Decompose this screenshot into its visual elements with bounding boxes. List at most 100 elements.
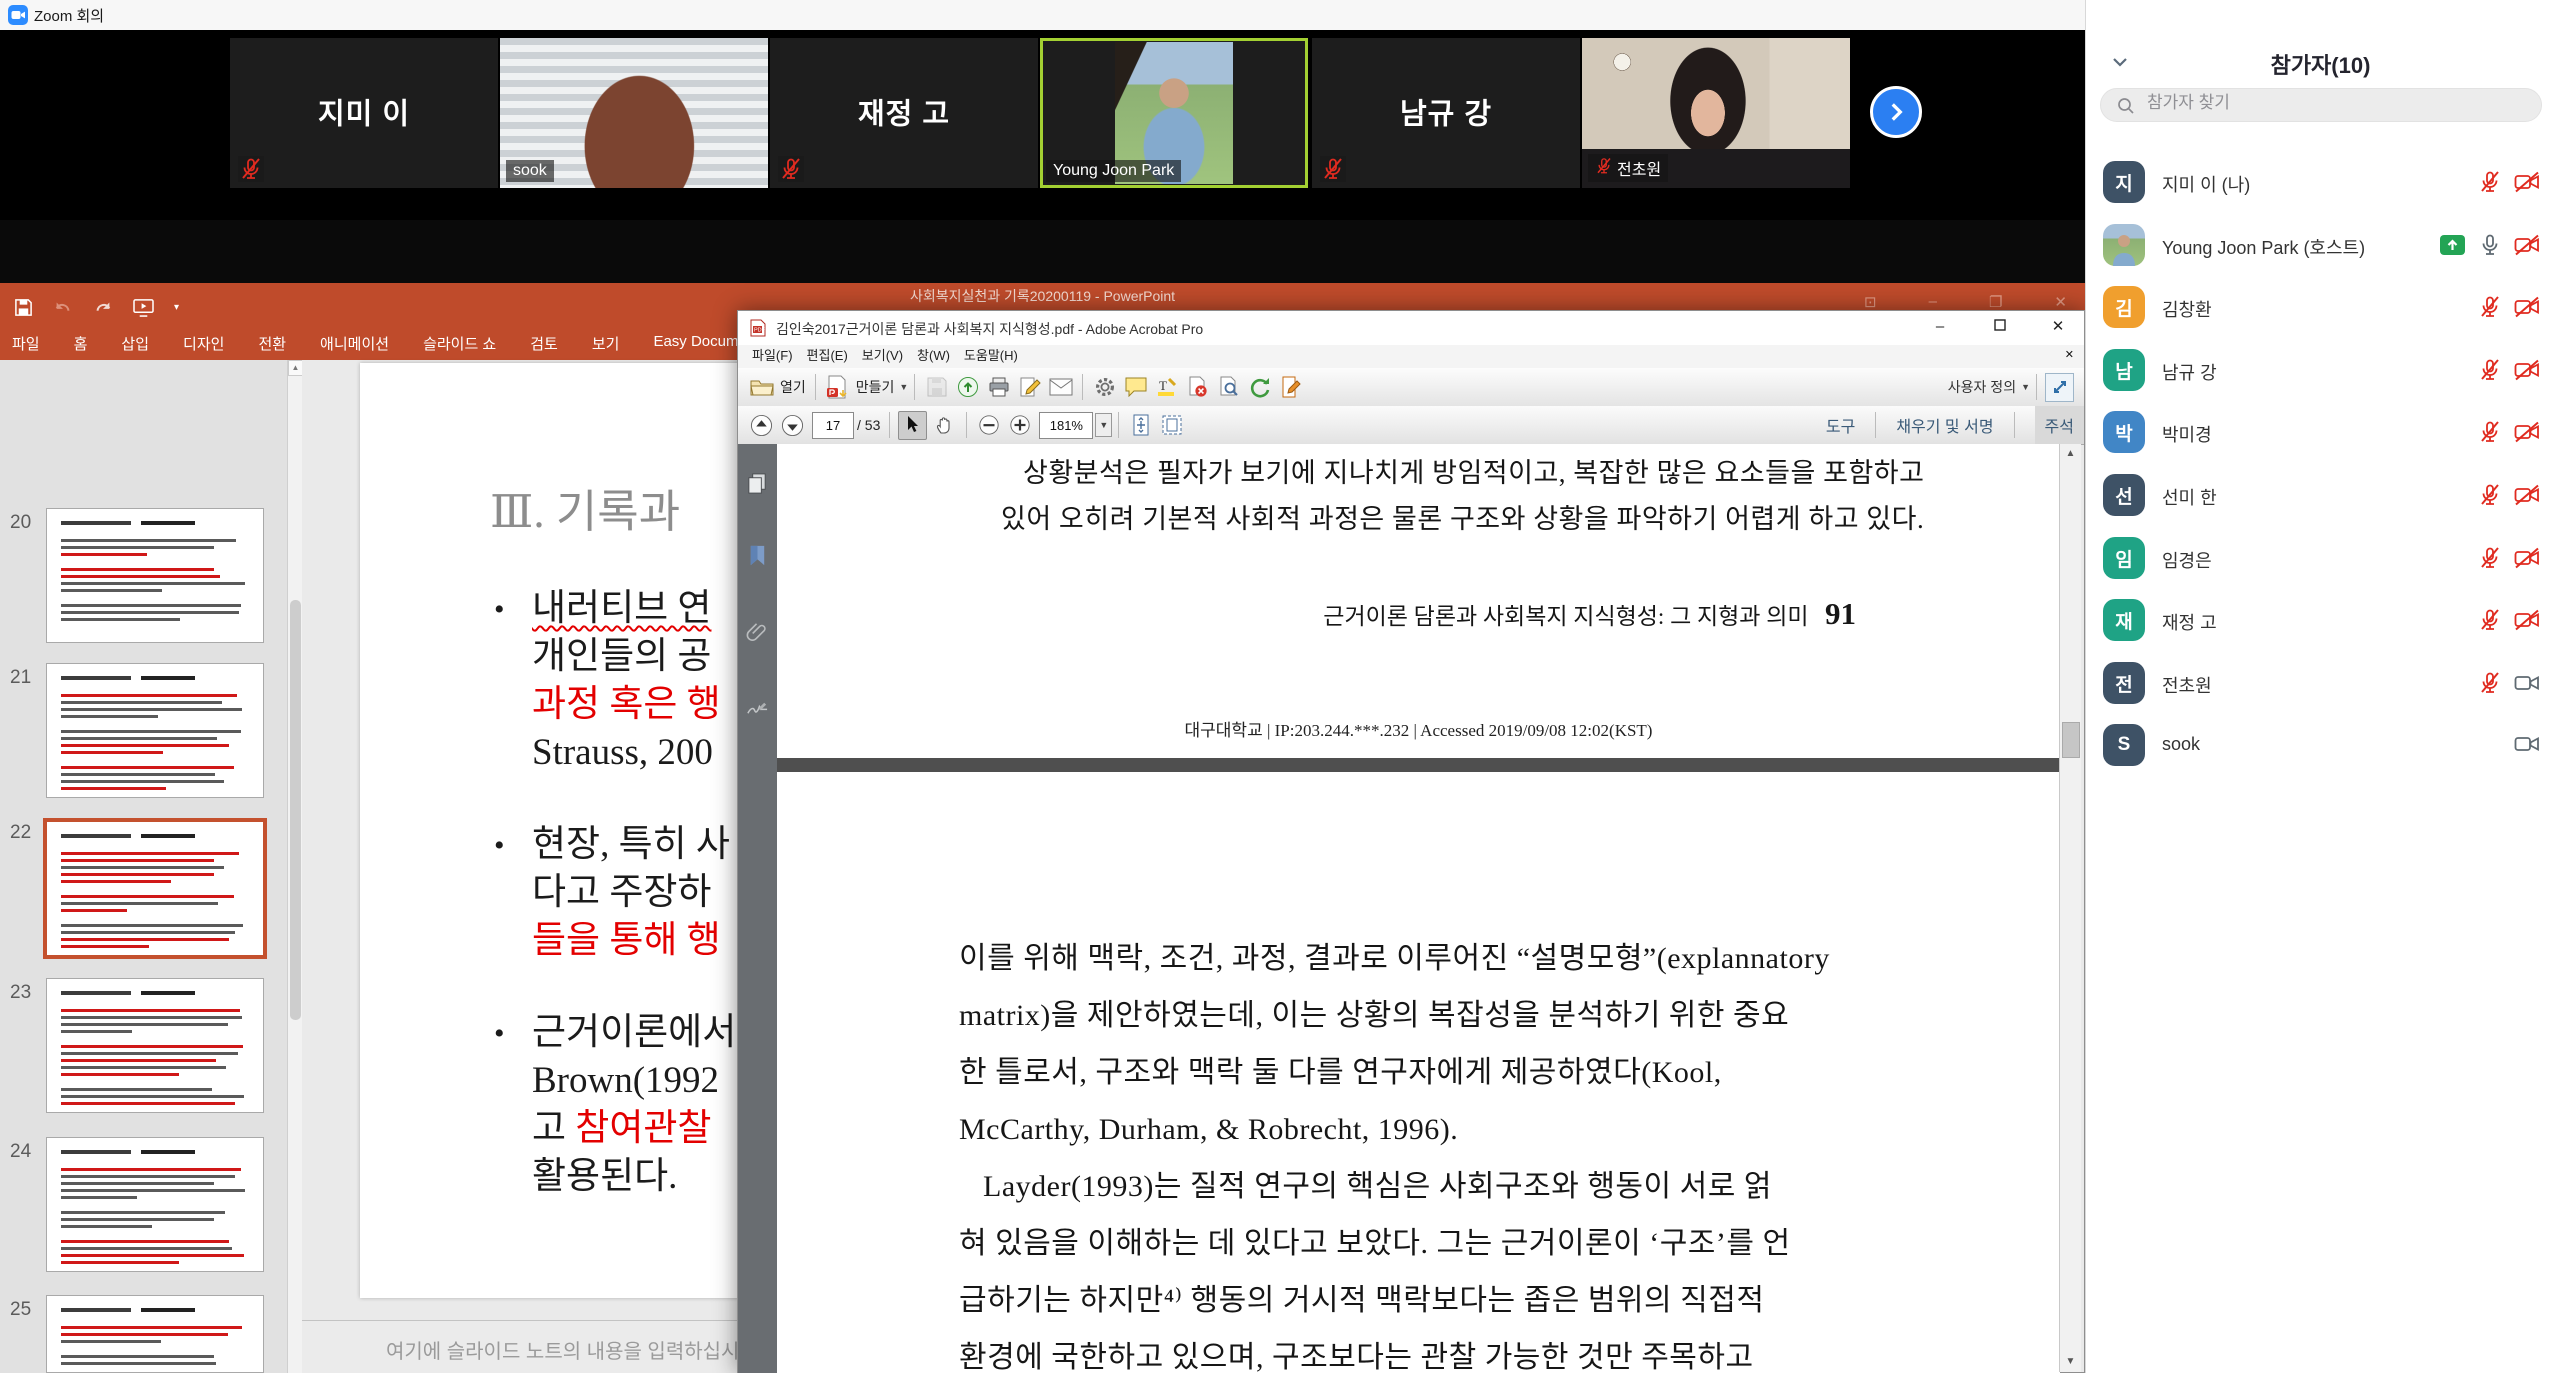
- slide-thumbnail-23[interactable]: [46, 978, 264, 1113]
- participant-row[interactable]: 임임경은: [2086, 537, 2555, 593]
- ribbon-tab-보기[interactable]: 보기: [592, 333, 620, 354]
- tools-button[interactable]: 도구: [1826, 413, 1855, 437]
- slide-thumbnail-24[interactable]: [46, 1137, 264, 1272]
- signatures-icon[interactable]: [746, 696, 769, 719]
- search-input[interactable]: [2145, 92, 2529, 114]
- create-button-label[interactable]: 만들기: [856, 377, 895, 397]
- share-upload-icon[interactable]: [954, 374, 981, 401]
- fullscreen-expand-icon[interactable]: [2045, 373, 2074, 402]
- email-icon[interactable]: [1047, 374, 1074, 401]
- create-pdf-icon[interactable]: [824, 374, 851, 401]
- slide-thumbnail-22[interactable]: [43, 818, 267, 959]
- customize-caret-icon[interactable]: ▼: [2021, 382, 2030, 392]
- participant-row[interactable]: 남남규 강: [2086, 349, 2555, 405]
- pdf-scroll-thumb[interactable]: [2062, 722, 2080, 758]
- acrobat-close-button[interactable]: ✕: [2038, 313, 2078, 341]
- ribbon-tab-검토[interactable]: 검토: [530, 333, 558, 354]
- undo-icon[interactable]: [53, 299, 73, 317]
- slide-thumbnail-21[interactable]: [46, 663, 264, 798]
- participant-row[interactable]: 박박미경: [2086, 411, 2555, 467]
- form-pencil-icon[interactable]: [1277, 374, 1304, 401]
- delete-pages-icon[interactable]: [1184, 374, 1211, 401]
- scroll-down-icon[interactable]: ▼: [2060, 1352, 2081, 1372]
- participant-row[interactable]: 지지미 이 (나): [2086, 161, 2555, 217]
- ribbon-tab-디자인[interactable]: 디자인: [183, 333, 224, 354]
- video-tile-남규-강[interactable]: 남규 강: [1312, 38, 1580, 188]
- participant-row[interactable]: Ssook: [2086, 724, 2555, 780]
- fit-page-icon[interactable]: [1158, 412, 1185, 439]
- participant-row[interactable]: 선선미 한: [2086, 474, 2555, 530]
- open-file-icon[interactable]: [748, 374, 775, 401]
- bookmarks-icon[interactable]: [746, 544, 769, 567]
- video-tile-재정-고[interactable]: 재정 고: [770, 38, 1038, 188]
- ppt-minimize-icon[interactable]: –: [1929, 293, 1937, 311]
- pdf-document-area[interactable]: 상황분석은 필자가 보기에 지나치게 방임적이고, 복잡한 많은 요소들을 포함…: [777, 444, 2060, 1373]
- redo-icon[interactable]: [93, 299, 113, 317]
- ppt-restore-icon[interactable]: ❐: [1989, 293, 2002, 311]
- highlight-text-icon[interactable]: T: [1153, 374, 1180, 401]
- search-document-icon[interactable]: [1215, 374, 1242, 401]
- acrobat-maximize-button[interactable]: [1980, 313, 2020, 341]
- print-icon[interactable]: [985, 374, 1012, 401]
- zoom-in-icon[interactable]: [1006, 412, 1033, 439]
- ribbon-tab-애니메이션[interactable]: 애니메이션: [320, 333, 389, 354]
- zoom-out-icon[interactable]: [975, 412, 1002, 439]
- fill-sign-button[interactable]: 채우기 및 서명: [1896, 413, 1993, 437]
- start-slideshow-icon[interactable]: [133, 298, 154, 317]
- settings-gear-icon[interactable]: [1091, 374, 1118, 401]
- slide-thumbnail-25[interactable]: [46, 1295, 264, 1373]
- pdf-scrollbar[interactable]: ▲ ▼: [2059, 444, 2081, 1372]
- menu-파일[interactable]: 파일(F): [752, 345, 793, 367]
- video-tile-young-joon-park[interactable]: Young Joon Park: [1040, 38, 1308, 188]
- ribbon-tab-전환[interactable]: 전환: [258, 333, 286, 354]
- menu-편집[interactable]: 편집(E): [807, 345, 848, 367]
- comment-bubble-icon[interactable]: [1122, 374, 1149, 401]
- customize-button-label[interactable]: 사용자 정의: [1948, 377, 2016, 397]
- select-tool-icon[interactable]: [898, 411, 927, 440]
- current-slide-canvas[interactable]: Ⅲ. 기록과 •내러티브 연개인들의 공과정 혹은 행Strauss, 200•…: [360, 363, 740, 1298]
- menu-도움말[interactable]: 도움말(H): [964, 345, 1018, 367]
- open-button-label[interactable]: 열기: [780, 377, 806, 397]
- video-tile-지미-이[interactable]: 지미 이: [230, 38, 498, 188]
- thumbnail-scrollbar[interactable]: ▲: [287, 360, 303, 1373]
- ppt-ribbon-options-icon[interactable]: ⊡: [1864, 293, 1877, 311]
- ribbon-tab-삽입[interactable]: 삽입: [121, 333, 149, 354]
- participant-row[interactable]: Young Joon Park (호스트): [2086, 224, 2555, 280]
- participant-search-box[interactable]: [2100, 88, 2542, 122]
- scroll-up-icon[interactable]: ▲: [2060, 444, 2081, 464]
- slide-text: 개인들의 공: [532, 636, 711, 677]
- ribbon-tab-홈[interactable]: 홈: [74, 333, 88, 354]
- ribbon-tab-슬라이드-쇼[interactable]: 슬라이드 쇼: [423, 333, 496, 354]
- scrolling-mode-icon[interactable]: [1127, 412, 1154, 439]
- slide-thumbnail-20[interactable]: [46, 508, 264, 643]
- participant-row[interactable]: 재재정 고: [2086, 599, 2555, 655]
- ppt-close-icon[interactable]: ✕: [2054, 293, 2067, 311]
- send-review-icon[interactable]: [1246, 374, 1273, 401]
- video-tile-전초원[interactable]: 전초원: [1582, 38, 1850, 188]
- thumbnail-scroll-thumb[interactable]: [290, 600, 301, 1020]
- page-thumbnails-icon[interactable]: [746, 472, 769, 495]
- video-tile-sook[interactable]: sook: [500, 38, 768, 188]
- compose-edit-icon[interactable]: [1016, 374, 1043, 401]
- qat-more-icon[interactable]: ▾: [174, 302, 179, 313]
- hand-tool-icon[interactable]: [931, 412, 958, 439]
- menu-창[interactable]: 창(W): [917, 345, 950, 367]
- ribbon-tab-파일[interactable]: 파일: [12, 333, 40, 354]
- next-participants-button[interactable]: [1870, 86, 1922, 138]
- thumbnail-scroll-up-icon[interactable]: ▲: [288, 360, 303, 376]
- comment-panel-button[interactable]: 주석: [2035, 406, 2084, 444]
- zoom-caret-icon[interactable]: ▼: [1095, 413, 1112, 437]
- participant-row[interactable]: 전전초원: [2086, 662, 2555, 718]
- previous-page-icon[interactable]: [748, 412, 775, 439]
- create-caret-icon[interactable]: ▼: [899, 382, 908, 392]
- acrobat-minimize-button[interactable]: –: [1920, 313, 1960, 341]
- save-icon[interactable]: [14, 298, 33, 317]
- next-page-icon[interactable]: [779, 412, 806, 439]
- menubar-close-icon[interactable]: ✕: [2065, 348, 2074, 361]
- participant-row[interactable]: 김김창환: [2086, 286, 2555, 342]
- zoom-level-input[interactable]: [1039, 412, 1093, 439]
- attachments-paperclip-icon[interactable]: [746, 620, 769, 643]
- page-number-input[interactable]: [812, 412, 854, 439]
- menu-보기[interactable]: 보기(V): [862, 345, 903, 367]
- save-file-icon[interactable]: [923, 374, 950, 401]
